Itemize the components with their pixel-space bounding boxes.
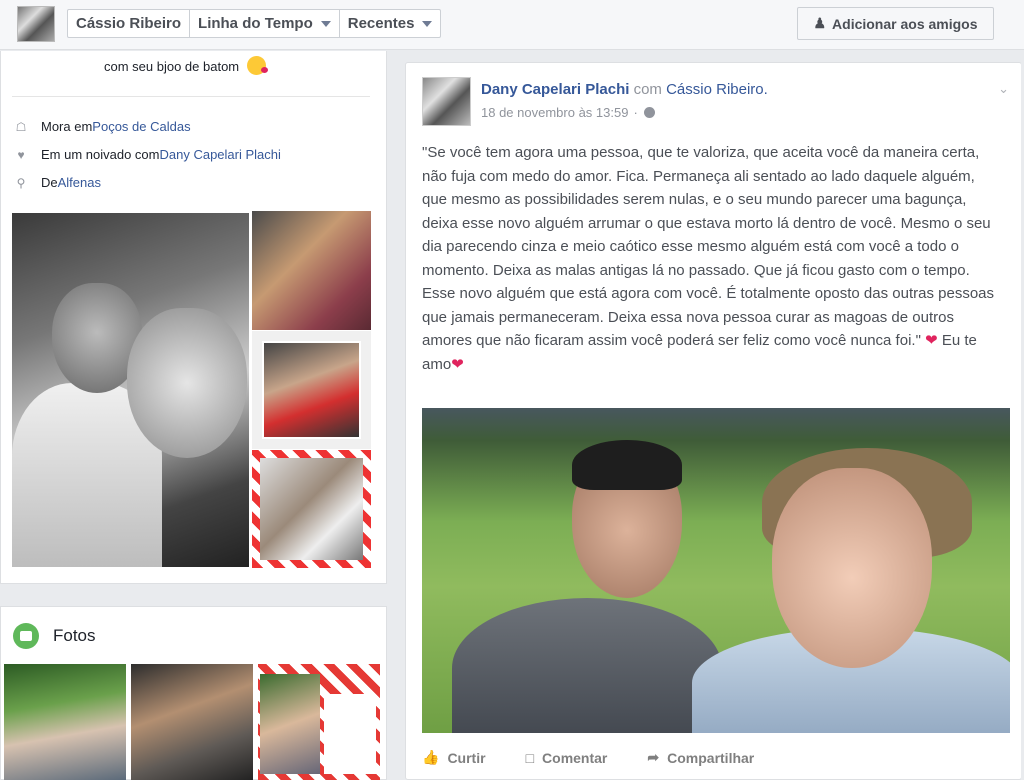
- profile-avatar-thumb[interactable]: [17, 6, 55, 42]
- timeline-label: Linha do Tempo: [198, 15, 313, 32]
- post-body-text: "Se você tem agora uma pessoa, que te va…: [422, 144, 995, 349]
- post-author-avatar[interactable]: [422, 77, 471, 126]
- divider: [12, 96, 370, 97]
- recent-label: Recentes: [347, 15, 415, 32]
- bio-text: com seu bjoo de batom: [104, 56, 268, 75]
- add-friend-label: Adicionar aos amigos: [832, 15, 978, 32]
- relationship-partner-link[interactable]: Dany Capelari Plachi: [160, 147, 281, 162]
- post-timestamp[interactable]: 18 de novembro às 13:59: [481, 105, 628, 120]
- timeline-dropdown[interactable]: Linha do Tempo: [190, 10, 340, 37]
- post-author-line: Dany Capelari Plachi com Cássio Ribeiro.: [481, 81, 768, 98]
- photos-header[interactable]: Fotos: [13, 623, 96, 649]
- share-icon: ➦: [647, 749, 660, 765]
- chevron-down-icon: [422, 20, 433, 27]
- photo-thumb[interactable]: [4, 664, 126, 780]
- chevron-down-icon: [320, 20, 331, 27]
- photos-title: Fotos: [53, 626, 96, 645]
- photos-icon: [13, 623, 39, 649]
- profile-nav: Cássio Ribeiro Linha do Tempo Recentes: [67, 9, 442, 38]
- heart-icon: ♥: [17, 147, 25, 162]
- photo-inner: [262, 341, 361, 439]
- post-body: "Se você tem agora uma pessoa, que te va…: [422, 141, 1002, 376]
- like-label: Curtir: [447, 749, 486, 766]
- photo-shape: [572, 440, 682, 490]
- add-friend-icon: ♟: [813, 15, 827, 31]
- location-pin-icon: ⚲: [16, 175, 26, 190]
- from-row: ⚲ De Alfenas: [12, 175, 101, 190]
- photo-shape: [772, 468, 932, 668]
- from-link[interactable]: Alfenas: [58, 175, 101, 190]
- meta-separator: ·: [633, 105, 638, 120]
- photo-shape: [452, 598, 722, 733]
- top-bar: Cássio Ribeiro Linha do Tempo Recentes ♟…: [0, 0, 1024, 50]
- from-prefix: De: [41, 175, 58, 190]
- featured-photo-2[interactable]: [252, 331, 371, 449]
- comment-icon: □: [525, 749, 535, 766]
- bio-label: com seu bjoo de batom: [104, 59, 240, 74]
- post-options-chevron-icon[interactable]: ⌄: [998, 81, 1009, 97]
- post-meta: 18 de novembro às 13:59 ·: [481, 105, 655, 120]
- featured-photo-3[interactable]: [252, 450, 371, 568]
- photo-thumb[interactable]: [131, 664, 253, 780]
- post-tagged-link[interactable]: Cássio Ribeiro.: [666, 81, 768, 98]
- relationship-row: ♥ Em um noivado com Dany Capelari Plachi: [12, 147, 281, 162]
- photo-inner: [324, 694, 376, 774]
- photo-inner: [260, 458, 363, 560]
- lives-in-link[interactable]: Poços de Caldas: [92, 119, 190, 134]
- comment-label: Comentar: [542, 749, 608, 766]
- post-actions: 👍 Curtir □ Comentar ➦ Compartilhar: [422, 749, 794, 766]
- recent-dropdown[interactable]: Recentes: [340, 10, 441, 37]
- globe-icon[interactable]: [643, 107, 655, 118]
- featured-photo-main[interactable]: [12, 213, 249, 567]
- thumbs-up-icon: 👍: [422, 749, 440, 765]
- featured-photo-1[interactable]: [252, 211, 371, 330]
- share-label: Compartilhar: [667, 749, 755, 766]
- post-card: Dany Capelari Plachi com Cássio Ribeiro.…: [405, 62, 1022, 780]
- heart-icon: ❤: [451, 355, 464, 373]
- lives-in-row: ☖ Mora em Poços de Caldas: [12, 119, 191, 134]
- comment-button[interactable]: □ Comentar: [526, 749, 608, 766]
- profile-name-button[interactable]: Cássio Ribeiro: [68, 10, 191, 37]
- post-with-text: com: [633, 81, 662, 98]
- heart-icon: ❤: [925, 332, 938, 349]
- photo-thumb[interactable]: [258, 664, 380, 780]
- add-friend-button[interactable]: ♟ Adicionar aos amigos: [797, 7, 994, 40]
- kiss-emoji-icon: [246, 56, 268, 75]
- like-button[interactable]: 👍 Curtir: [422, 749, 486, 766]
- photo-inner: [260, 674, 320, 774]
- post-author-link[interactable]: Dany Capelari Plachi: [481, 81, 629, 98]
- home-icon: ☖: [15, 119, 27, 134]
- photo-shape: [127, 308, 247, 458]
- relationship-prefix: Em um noivado com: [41, 147, 160, 162]
- share-button[interactable]: ➦ Compartilhar: [647, 749, 754, 766]
- lives-in-prefix: Mora em: [41, 119, 93, 134]
- post-photo[interactable]: [422, 408, 1010, 733]
